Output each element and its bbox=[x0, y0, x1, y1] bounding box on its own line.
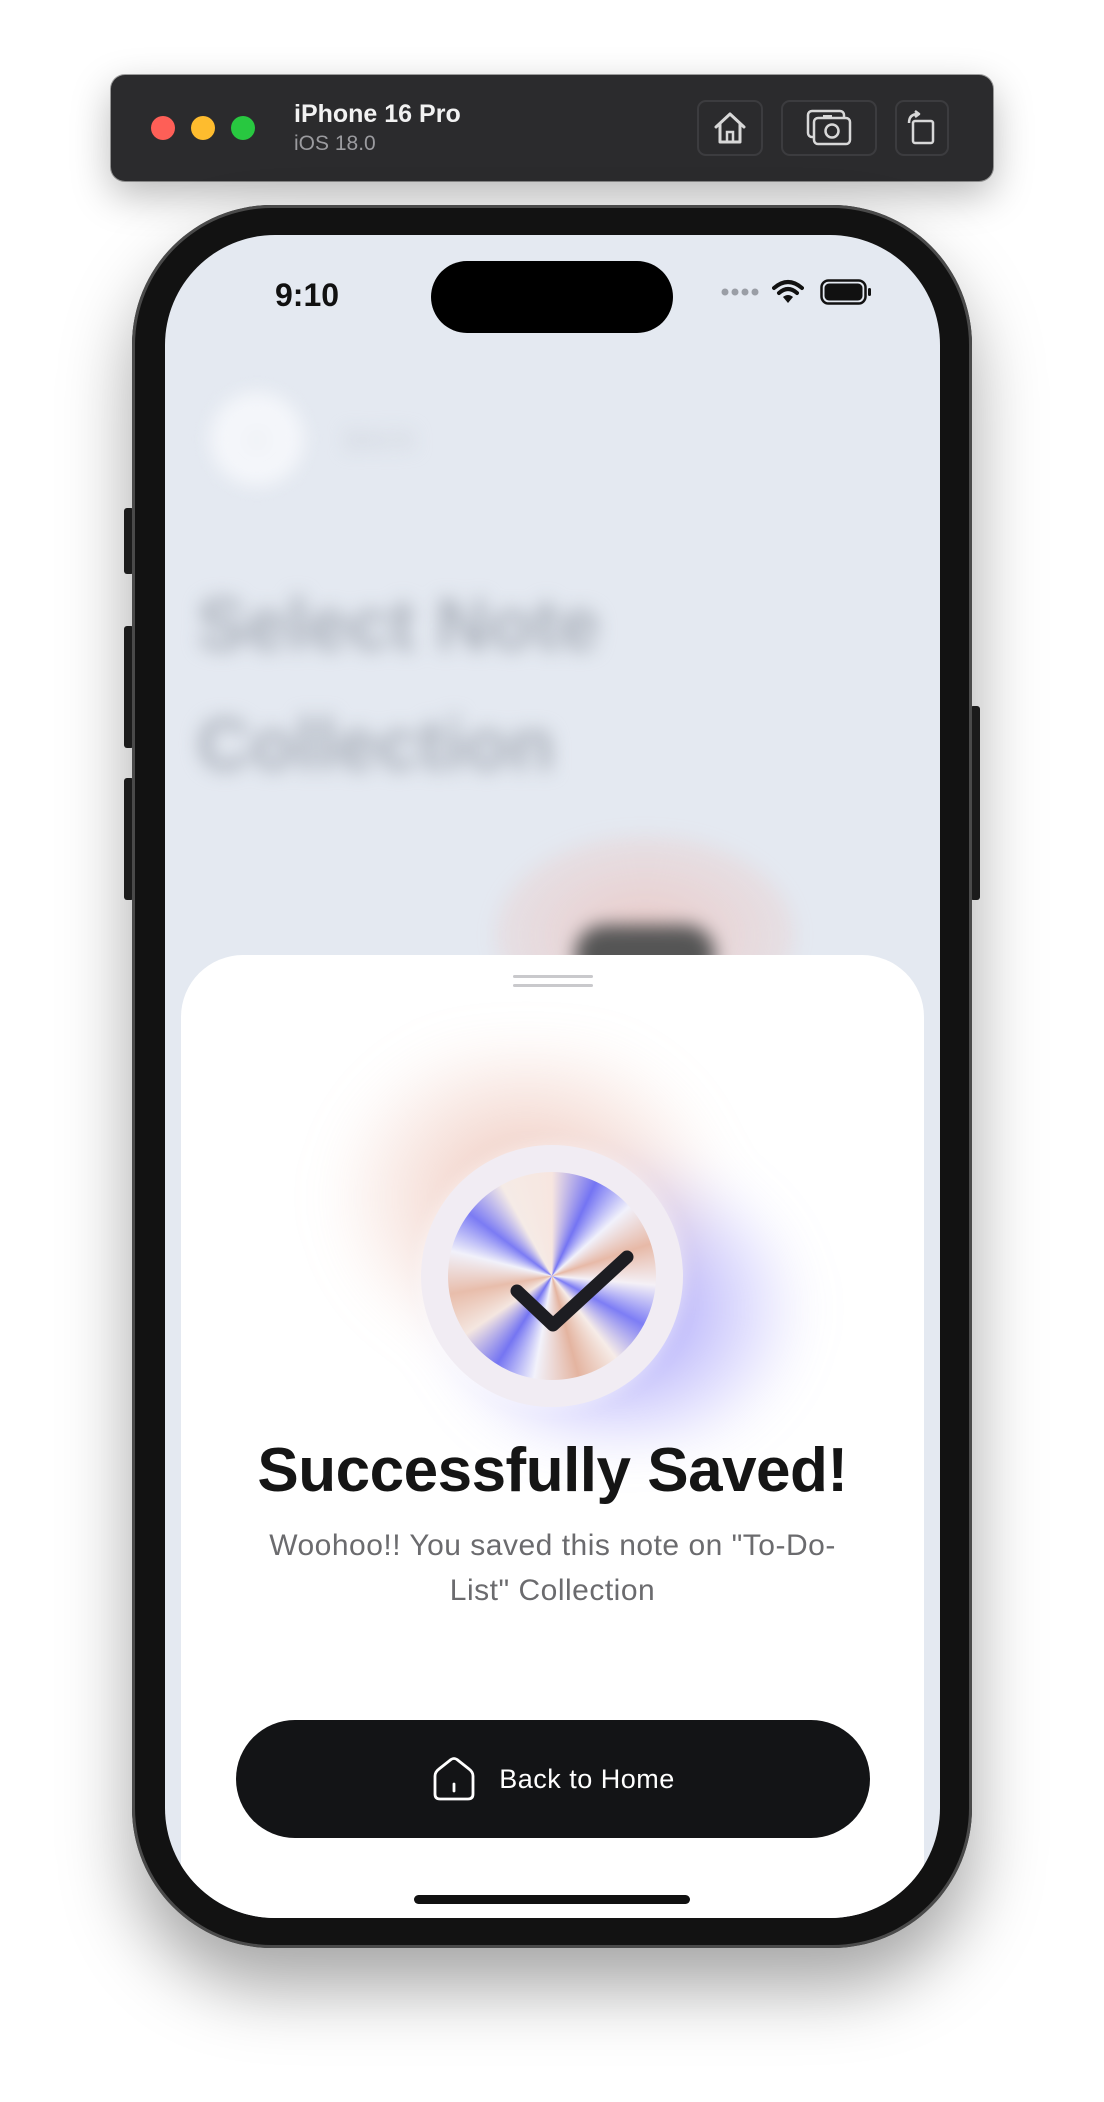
device-name: iPhone 16 Pro bbox=[294, 100, 461, 128]
device-os-version: iOS 18.0 bbox=[294, 132, 376, 155]
minimize-window-button[interactable] bbox=[191, 116, 215, 140]
simulator-rotate-button[interactable] bbox=[895, 100, 949, 156]
rotate-icon bbox=[907, 110, 935, 145]
home-icon bbox=[714, 112, 746, 144]
back-label: BACK bbox=[345, 425, 416, 455]
battery-icon bbox=[820, 279, 871, 305]
status-icons bbox=[720, 279, 872, 305]
success-badge bbox=[421, 1145, 683, 1407]
success-subtitle: Woohoo!! You saved this note on "To-Do-L… bbox=[269, 1529, 836, 1607]
home-icon bbox=[431, 1756, 477, 1802]
zoom-window-button[interactable] bbox=[231, 116, 255, 140]
phone-screen: ‹ BACK Select Note Collection 9:10 Succe… bbox=[165, 235, 940, 1918]
home-indicator[interactable] bbox=[414, 1895, 690, 1904]
wifi-icon bbox=[772, 280, 804, 303]
simulator-toolbar: iPhone 16 Pro iOS 18.0 bbox=[111, 75, 993, 181]
dynamic-island bbox=[431, 261, 673, 333]
background-page-title: Select Note Collection bbox=[197, 583, 601, 786]
success-badge-gradient bbox=[448, 1172, 656, 1380]
checkmark-icon bbox=[510, 1250, 634, 1332]
success-sheet: Successfully Saved! Woohoo!! You saved t… bbox=[181, 955, 924, 1918]
back-to-home-button[interactable]: Back to Home bbox=[236, 1720, 870, 1838]
close-window-button[interactable] bbox=[151, 116, 175, 140]
back-button[interactable]: ‹ bbox=[210, 392, 304, 486]
simulator-home-button[interactable] bbox=[697, 100, 763, 156]
signal-dots-icon bbox=[721, 288, 759, 296]
screenshot-icon bbox=[806, 109, 852, 146]
success-title: Successfully Saved! bbox=[257, 1436, 848, 1505]
chevron-left-icon: ‹ bbox=[252, 422, 262, 455]
back-to-home-label: Back to Home bbox=[499, 1763, 675, 1794]
simulator-screenshot-button[interactable] bbox=[781, 100, 877, 156]
sheet-grabber[interactable] bbox=[513, 975, 593, 993]
status-time: 9:10 bbox=[275, 277, 340, 313]
